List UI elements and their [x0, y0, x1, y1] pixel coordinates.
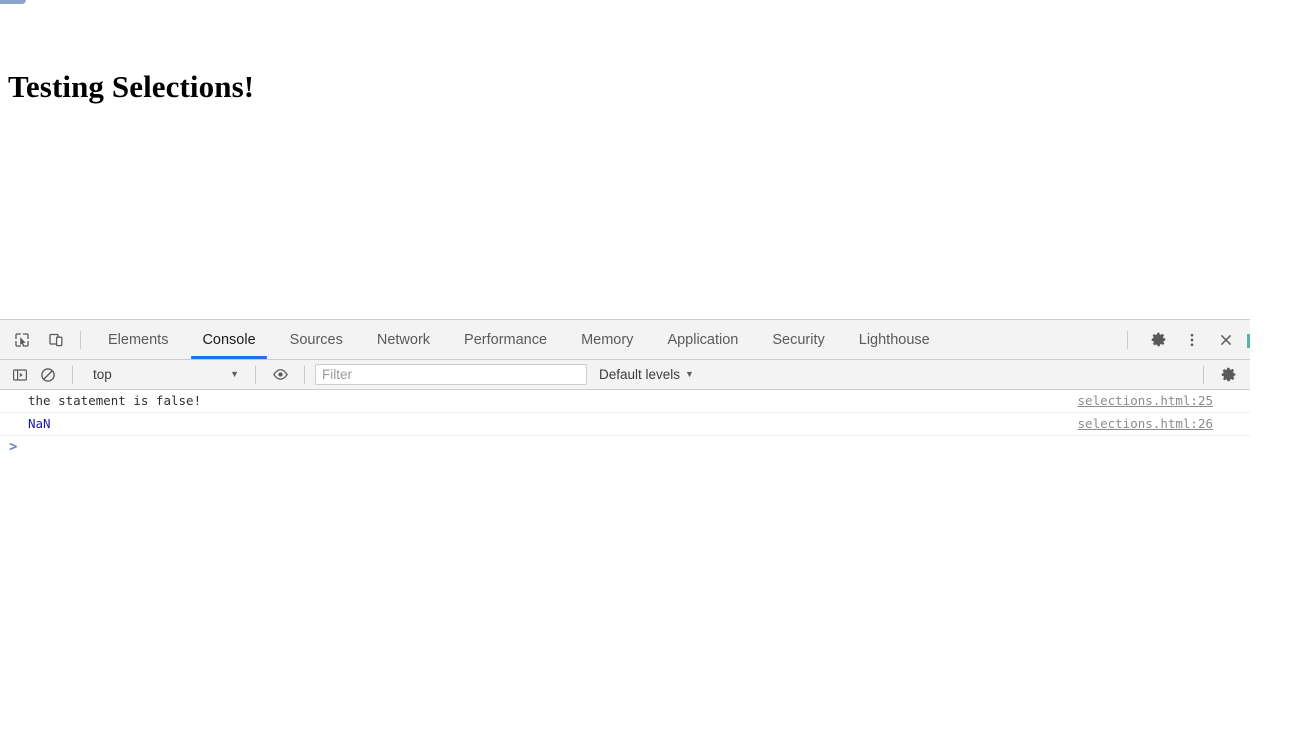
tab-application[interactable]: Application — [650, 320, 755, 359]
console-message-row[interactable]: NaN selections.html:26 — [0, 413, 1250, 436]
console-toolbar-divider-1 — [72, 365, 73, 384]
console-message-source-link[interactable]: selections.html:26 — [1078, 416, 1213, 432]
eye-icon[interactable] — [266, 361, 294, 389]
prompt-chevron-icon: > — [9, 439, 18, 455]
tab-label: Security — [772, 331, 825, 348]
console-prompt[interactable]: > — [0, 436, 1250, 458]
tab-console[interactable]: Console — [185, 320, 272, 359]
more-options-icon[interactable] — [1178, 326, 1206, 354]
tab-elements[interactable]: Elements — [91, 320, 185, 359]
chevron-down-icon: ▼ — [230, 369, 239, 379]
log-levels-selector[interactable]: Default levels ▼ — [599, 367, 694, 382]
browser-tab-edge — [0, 0, 26, 4]
tab-label: Console — [202, 331, 256, 348]
context-value: top — [93, 367, 112, 382]
tab-label: Lighthouse — [858, 331, 930, 348]
tab-label: Network — [376, 331, 431, 348]
tabbar-right-divider — [1127, 330, 1128, 349]
tab-label: Memory — [581, 331, 634, 348]
console-toolbar: top ▼ Default levels ▼ — [0, 360, 1250, 390]
filter-input[interactable] — [315, 364, 587, 385]
console-message-row[interactable]: the statement is false! selections.html:… — [0, 390, 1250, 413]
console-toolbar-right — [1193, 361, 1250, 389]
tabbar-divider — [80, 330, 81, 349]
devtools-tabbar-left-icons — [0, 326, 70, 354]
tab-lighthouse[interactable]: Lighthouse — [842, 320, 947, 359]
tab-memory[interactable]: Memory — [564, 320, 650, 359]
log-levels-label: Default levels — [599, 367, 681, 382]
console-toolbar-divider-3 — [304, 365, 305, 384]
inspect-element-icon[interactable] — [8, 326, 36, 354]
gear-icon[interactable] — [1214, 361, 1242, 389]
console-message-text: the statement is false! — [28, 393, 202, 408]
close-icon[interactable] — [1212, 326, 1240, 354]
devtools-tabbar: Elements Console Sources Network Perform… — [0, 320, 1250, 360]
console-prompt-input[interactable] — [17, 439, 1250, 455]
gear-icon[interactable] — [1144, 326, 1172, 354]
devtools-panel: Elements Console Sources Network Perform… — [0, 319, 1250, 755]
page-title: Testing Selections! — [8, 69, 255, 104]
tab-label: Performance — [464, 331, 548, 348]
tab-label: Application — [667, 331, 739, 348]
tab-sources[interactable]: Sources — [273, 320, 360, 359]
chevron-down-icon: ▼ — [685, 369, 694, 379]
device-toolbar-icon[interactable] — [42, 326, 70, 354]
console-message-list[interactable]: the statement is false! selections.html:… — [0, 390, 1250, 754]
clear-console-icon[interactable] — [34, 361, 62, 389]
tab-security[interactable]: Security — [755, 320, 841, 359]
console-toolbar-divider-4 — [1203, 365, 1204, 384]
console-message-source-link[interactable]: selections.html:25 — [1078, 393, 1213, 409]
console-message-text: NaN — [28, 416, 51, 431]
tab-network[interactable]: Network — [360, 320, 447, 359]
javascript-context-selector[interactable]: top ▼ — [83, 364, 245, 386]
console-sidebar-icon[interactable] — [6, 361, 34, 389]
tab-label: Sources — [289, 331, 343, 348]
devtools-tab-list: Elements Console Sources Network Perform… — [91, 320, 947, 359]
devtools-tabbar-right-icons — [1117, 326, 1250, 354]
console-toolbar-divider-2 — [255, 365, 256, 384]
page-viewport: Testing Selections! — [0, 6, 1292, 319]
panel-edge-marker — [1247, 334, 1250, 348]
tab-performance[interactable]: Performance — [447, 320, 564, 359]
tab-label: Elements — [108, 331, 169, 348]
